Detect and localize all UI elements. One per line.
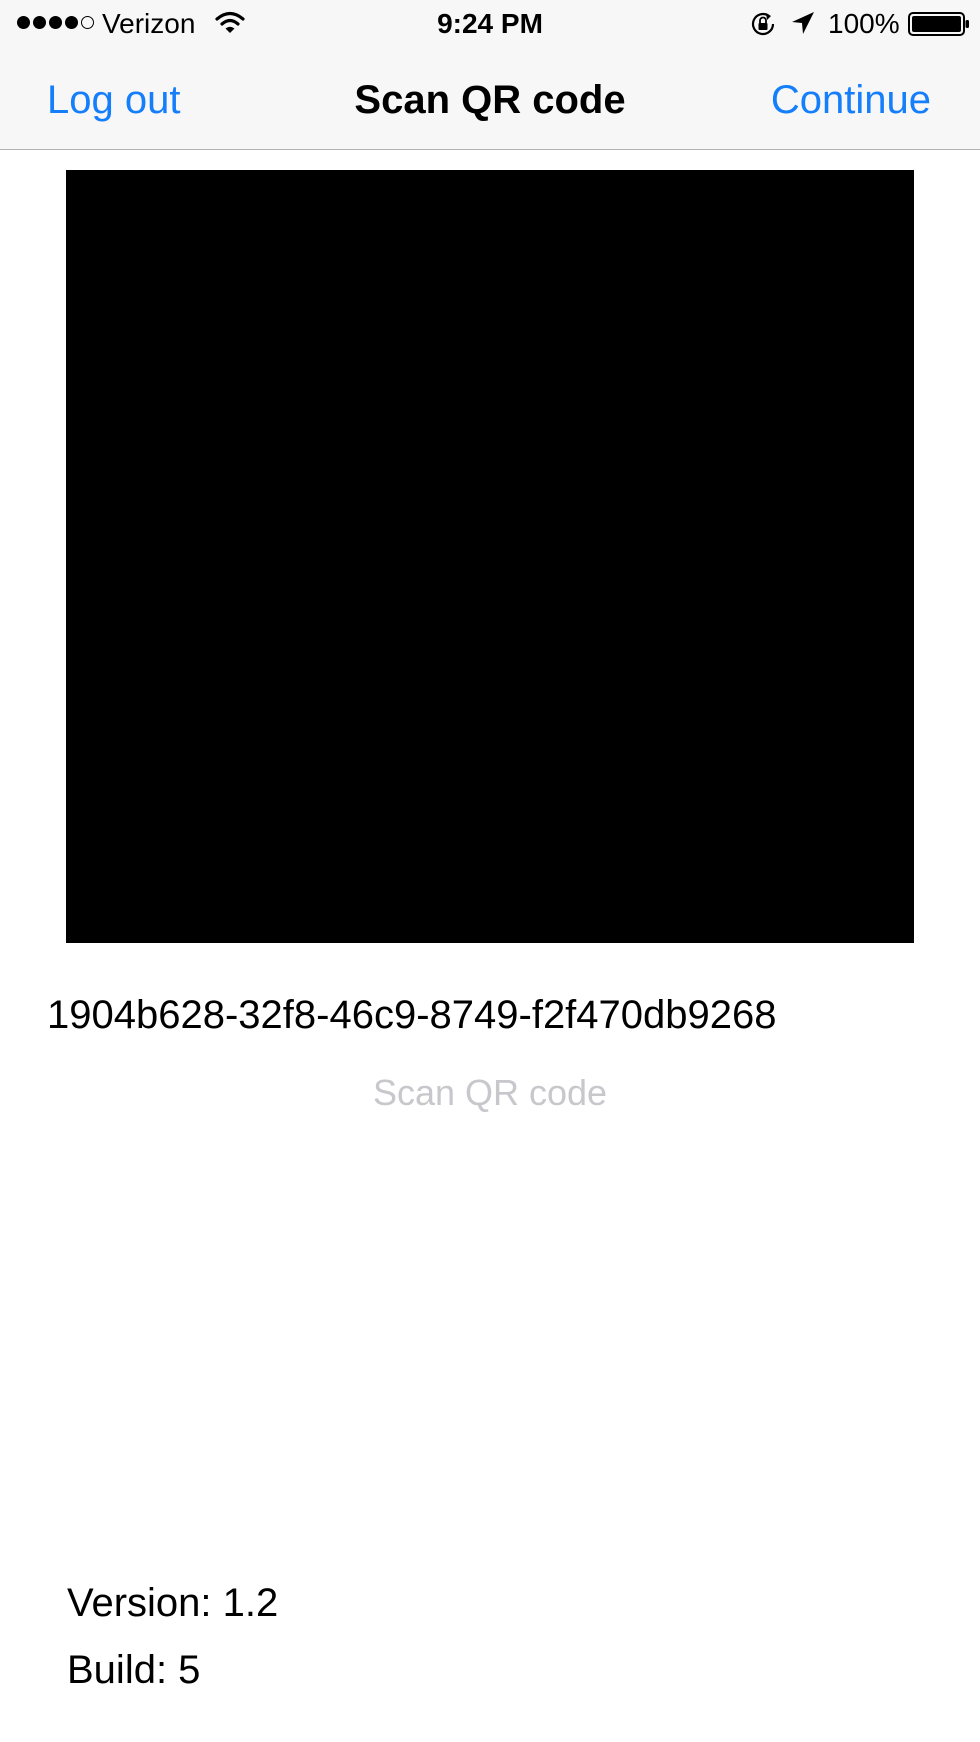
build-label: Build: 5 <box>67 1648 201 1692</box>
log-out-button[interactable]: Log out <box>47 77 180 123</box>
scanned-code-value: 1904b628-32f8-46c9-8749-f2f470db9268 <box>47 993 777 1037</box>
camera-preview <box>66 170 914 943</box>
battery-icon <box>908 12 969 36</box>
battery-percentage: 100% <box>828 8 900 39</box>
navigation-bar: Log out Scan QR code Continue <box>0 47 980 150</box>
location-arrow-icon <box>792 12 814 34</box>
status-bar: Verizon 9:24 PM 100% <box>0 0 980 47</box>
continue-button[interactable]: Continue <box>771 77 931 123</box>
scan-qr-code-button[interactable]: Scan QR code <box>0 1071 980 1115</box>
rotation-lock-icon <box>751 12 775 36</box>
version-label: Version: 1.2 <box>67 1581 279 1625</box>
